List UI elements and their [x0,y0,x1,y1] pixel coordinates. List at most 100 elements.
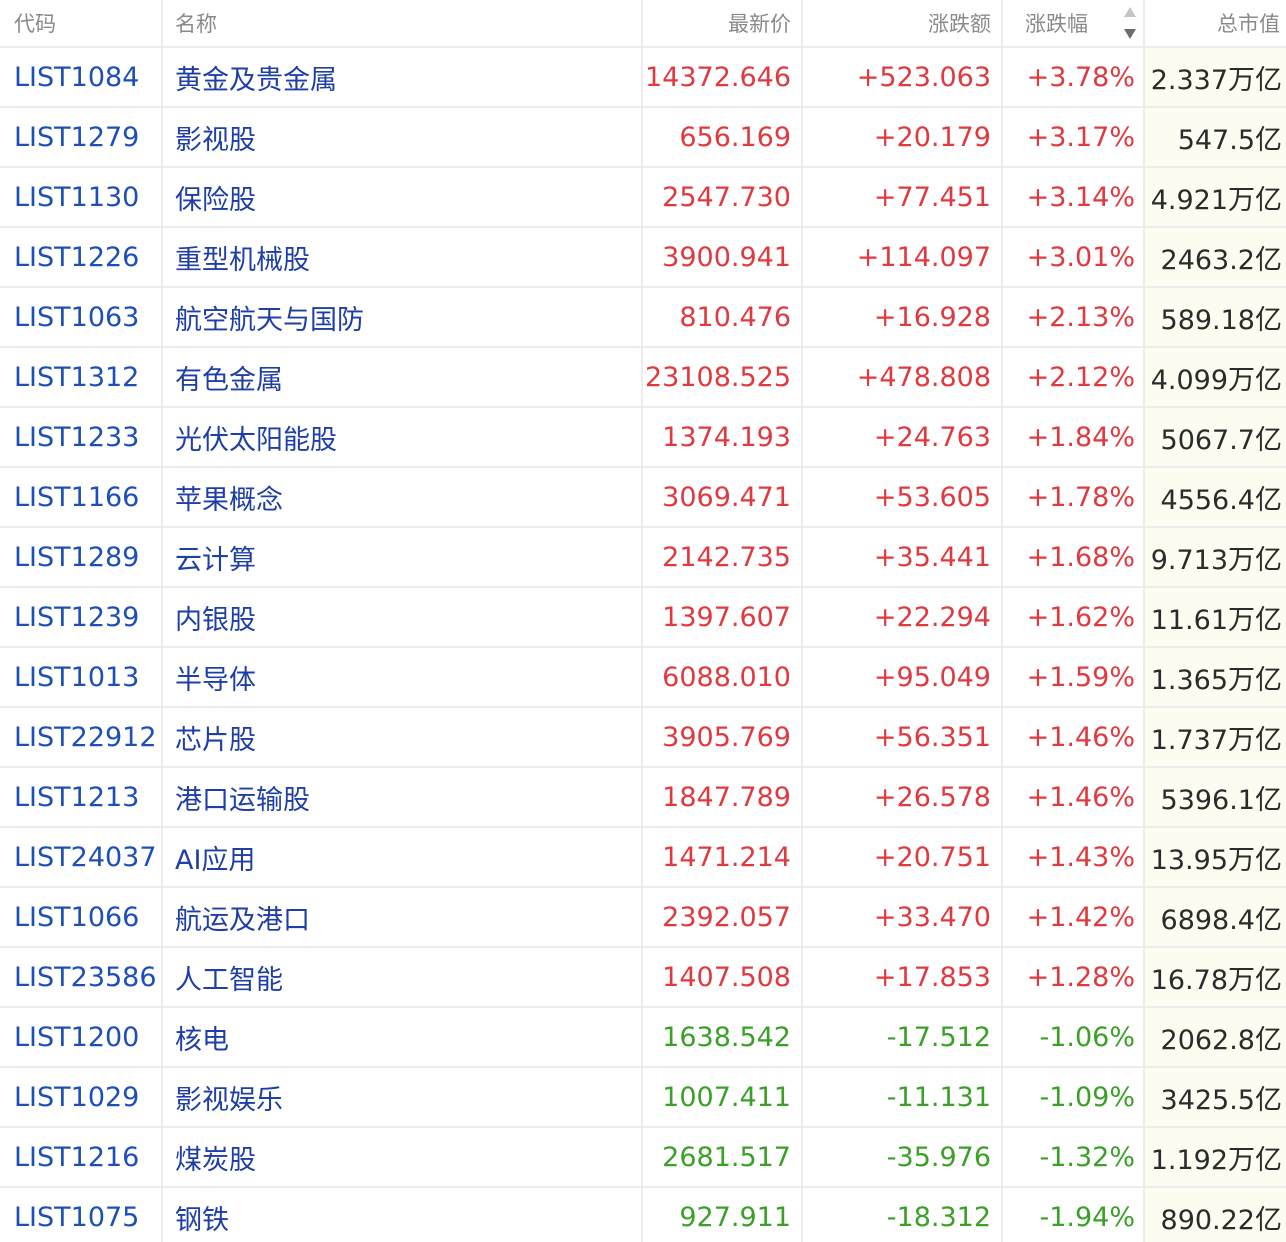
cell-market-cap: 3425.5亿 [1145,1068,1286,1126]
cell-pct: -1.94% [1003,1188,1145,1242]
table-row[interactable]: LIST1239 内银股 1397.607 +22.294 +1.62% 11.61万亿 [0,588,1286,648]
cell-code-link[interactable]: LIST1084 [0,48,163,106]
cell-code-link[interactable]: LIST1233 [0,408,163,466]
cell-price: 2681.517 [643,1128,803,1186]
table-row[interactable]: LIST1066 航运及港口 2392.057 +33.470 +1.42% 6898.4… [0,888,1286,948]
cell-name-link[interactable]: 影视股 [163,108,643,166]
table-row[interactable]: LIST1029 影视娱乐 1007.411 -11.131 -1.09% 3425.5亿 [0,1068,1286,1128]
header-code[interactable]: 代码 [0,0,163,46]
table-row[interactable]: LIST1013 半导体 6088.010 +95.049 +1.59% 1.365万亿 [0,648,1286,708]
cell-name-link[interactable]: 核电 [163,1008,643,1066]
table-row[interactable]: LIST22912 芯片股 3905.769 +56.351 +1.46% 1.737万亿 [0,708,1286,768]
cell-name-link[interactable]: 重型机械股 [163,228,643,286]
cell-change: +16.928 [803,288,1003,346]
cell-code-link[interactable]: LIST24037 [0,828,163,886]
cell-change: -11.131 [803,1068,1003,1126]
cell-name-link[interactable]: 航运及港口 [163,888,643,946]
cell-code-link[interactable]: LIST1066 [0,888,163,946]
header-pct[interactable]: 涨跌幅 [1003,0,1145,46]
cell-price: 1374.193 [643,408,803,466]
table-row[interactable]: LIST23586 人工智能 1407.508 +17.853 +1.28% 16.78万… [0,948,1286,1008]
cell-name-link[interactable]: 黄金及贵金属 [163,48,643,106]
table-row[interactable]: LIST1312 有色金属 23108.525 +478.808 +2.12% 4.099… [0,348,1286,408]
cell-market-cap: 4556.4亿 [1145,468,1286,526]
table-row[interactable]: LIST1200 核电 1638.542 -17.512 -1.06% 2062.8亿 [0,1008,1286,1068]
cell-name-link[interactable]: 芯片股 [163,708,643,766]
cell-code-link[interactable]: LIST1200 [0,1008,163,1066]
table-row[interactable]: LIST1063 航空航天与国防 810.476 +16.928 +2.13% 589.1… [0,288,1286,348]
cell-code-link[interactable]: LIST23586 [0,948,163,1006]
cell-code-link[interactable]: LIST1312 [0,348,163,406]
cell-name-link[interactable]: 人工智能 [163,948,643,1006]
cell-name-link[interactable]: 内银股 [163,588,643,646]
cell-code-link[interactable]: LIST1289 [0,528,163,586]
header-change[interactable]: 涨跌额 [803,0,1003,46]
cell-name-link[interactable]: AI应用 [163,828,643,886]
cell-name-link[interactable]: 航空航天与国防 [163,288,643,346]
cell-code-link[interactable]: LIST1279 [0,108,163,166]
cell-price: 810.476 [643,288,803,346]
cell-market-cap: 1.192万亿 [1145,1128,1286,1186]
table-row[interactable]: LIST1233 光伏太阳能股 1374.193 +24.763 +1.84% 5067.… [0,408,1286,468]
cell-change: +22.294 [803,588,1003,646]
cell-name-link[interactable]: 云计算 [163,528,643,586]
cell-price: 2142.735 [643,528,803,586]
cell-change: +56.351 [803,708,1003,766]
cell-price: 1847.789 [643,768,803,826]
cell-name-link[interactable]: 影视娱乐 [163,1068,643,1126]
sector-table: 代码 名称 最新价 涨跌额 涨跌幅 总市值 LIST1084 黄金及贵金属 1437… [0,0,1286,1242]
cell-name-link[interactable]: 钢铁 [163,1188,643,1242]
cell-pct: +3.01% [1003,228,1145,286]
cell-pct: -1.32% [1003,1128,1145,1186]
cell-price: 1471.214 [643,828,803,886]
table-row[interactable]: LIST1084 黄金及贵金属 14372.646 +523.063 +3.78% 2.3… [0,48,1286,108]
cell-change: +114.097 [803,228,1003,286]
cell-market-cap: 1.737万亿 [1145,708,1286,766]
cell-pct: -1.06% [1003,1008,1145,1066]
cell-price: 3900.941 [643,228,803,286]
table-row[interactable]: LIST1075 钢铁 927.911 -18.312 -1.94% 890.22亿 [0,1188,1286,1242]
cell-pct: +1.84% [1003,408,1145,466]
cell-name-link[interactable]: 有色金属 [163,348,643,406]
cell-name-link[interactable]: 港口运输股 [163,768,643,826]
table-row[interactable]: LIST1216 煤炭股 2681.517 -35.976 -1.32% 1.192万亿 [0,1128,1286,1188]
table-row[interactable]: LIST1213 港口运输股 1847.789 +26.578 +1.46% 5396.1… [0,768,1286,828]
cell-name-link[interactable]: 半导体 [163,648,643,706]
cell-change: +95.049 [803,648,1003,706]
table-row[interactable]: LIST1166 苹果概念 3069.471 +53.605 +1.78% 4556.4亿 [0,468,1286,528]
sort-desc-icon[interactable] [1123,7,1137,39]
table-row[interactable]: LIST24037 AI应用 1471.214 +20.751 +1.43% 13.95万… [0,828,1286,888]
cell-code-link[interactable]: LIST1029 [0,1068,163,1126]
header-cap[interactable]: 总市值 [1145,0,1286,46]
cell-code-link[interactable]: LIST1013 [0,648,163,706]
cell-pct: +1.46% [1003,768,1145,826]
cell-code-link[interactable]: LIST1239 [0,588,163,646]
cell-code-link[interactable]: LIST1213 [0,768,163,826]
cell-code-link[interactable]: LIST1063 [0,288,163,346]
cell-code-link[interactable]: LIST1075 [0,1188,163,1242]
cell-code-link[interactable]: LIST1216 [0,1128,163,1186]
cell-pct: +2.12% [1003,348,1145,406]
cell-code-link[interactable]: LIST1166 [0,468,163,526]
cell-code-link[interactable]: LIST1130 [0,168,163,226]
cell-market-cap: 2.337万亿 [1145,48,1286,106]
header-price[interactable]: 最新价 [643,0,803,46]
cell-pct: +1.62% [1003,588,1145,646]
cell-market-cap: 11.61万亿 [1145,588,1286,646]
cell-code-link[interactable]: LIST1226 [0,228,163,286]
cell-pct: +1.28% [1003,948,1145,1006]
table-row[interactable]: LIST1226 重型机械股 3900.941 +114.097 +3.01% 2463.… [0,228,1286,288]
cell-name-link[interactable]: 保险股 [163,168,643,226]
cell-market-cap: 16.78万亿 [1145,948,1286,1006]
table-row[interactable]: LIST1289 云计算 2142.735 +35.441 +1.68% 9.713万亿 [0,528,1286,588]
cell-pct: +1.46% [1003,708,1145,766]
cell-name-link[interactable]: 光伏太阳能股 [163,408,643,466]
header-name[interactable]: 名称 [163,0,643,46]
cell-name-link[interactable]: 煤炭股 [163,1128,643,1186]
cell-code-link[interactable]: LIST22912 [0,708,163,766]
table-row[interactable]: LIST1130 保险股 2547.730 +77.451 +3.14% 4.921万亿 [0,168,1286,228]
cell-price: 1007.411 [643,1068,803,1126]
cell-name-link[interactable]: 苹果概念 [163,468,643,526]
cell-change: +17.853 [803,948,1003,1006]
table-row[interactable]: LIST1279 影视股 656.169 +20.179 +3.17% 547.5亿 [0,108,1286,168]
